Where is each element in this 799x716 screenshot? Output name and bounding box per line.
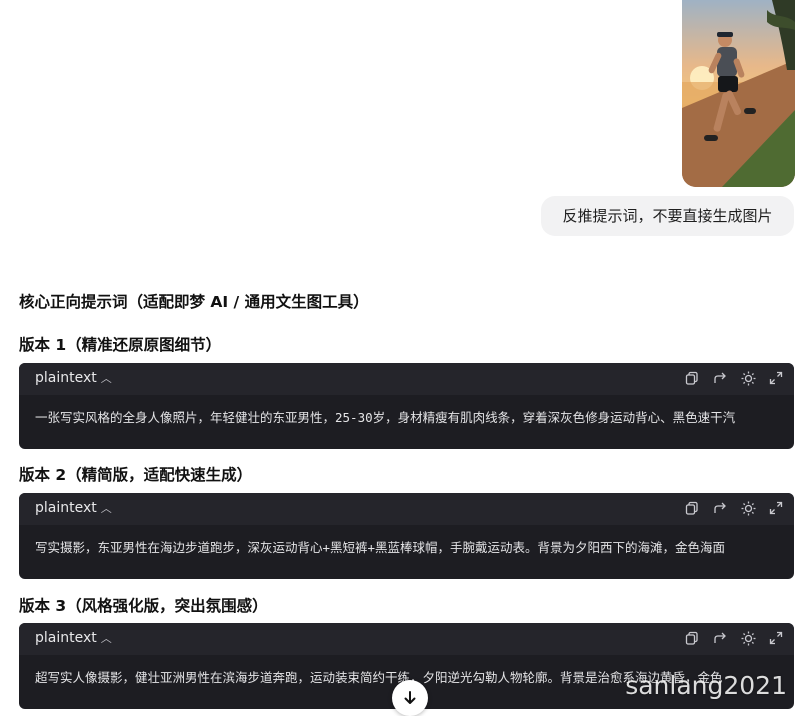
chevron-up-icon: ︿ xyxy=(100,502,112,515)
scroll-to-bottom-button[interactable] xyxy=(392,680,428,716)
code-actions xyxy=(684,500,784,518)
code-block-version-1: plaintext ︿ 一张写实风格的全身人像照片，年轻健壮的东亚男性，25-30… xyxy=(19,363,794,449)
code-language-label: plaintext xyxy=(35,370,97,386)
version-3-heading: 版本 3（风格强化版，突出氛围感） xyxy=(19,597,268,615)
sun-icon[interactable] xyxy=(740,370,756,386)
sun-icon[interactable] xyxy=(740,500,756,516)
user-message-bubble: 反推提示词，不要直接生成图片 xyxy=(541,196,794,236)
code-block-header: plaintext ︿ xyxy=(19,363,794,395)
code-language-toggle[interactable]: plaintext ︿ xyxy=(35,370,112,386)
chevron-up-icon: ︿ xyxy=(100,632,112,645)
arrow-down-icon xyxy=(404,691,416,704)
code-actions xyxy=(684,630,784,648)
copy-icon[interactable] xyxy=(684,370,700,386)
code-text: 超写实人像摄影，健壮亚洲男性在滨海步道奔跑，运动装束简约干练，夕阳逆光勾勒人物轮… xyxy=(35,670,723,685)
expand-icon[interactable] xyxy=(768,500,784,516)
share-icon[interactable] xyxy=(712,500,728,516)
code-actions xyxy=(684,370,784,388)
code-language-toggle[interactable]: plaintext ︿ xyxy=(35,500,112,516)
code-text: 一张写实风格的全身人像照片，年轻健壮的东亚男性，25-30岁，身材精瘦有肌肉线条… xyxy=(35,410,736,425)
chevron-up-icon: ︿ xyxy=(100,372,112,385)
watermark: sanlang2021 xyxy=(625,671,787,700)
section-title: 核心正向提示词（适配即梦 AI / 通用文生图工具） xyxy=(19,293,369,311)
copy-icon[interactable] xyxy=(684,630,700,646)
copy-icon[interactable] xyxy=(684,500,700,516)
code-block-header: plaintext ︿ xyxy=(19,493,794,525)
expand-icon[interactable] xyxy=(768,370,784,386)
uploaded-photo[interactable] xyxy=(682,0,795,187)
version-2-heading: 版本 2（精简版，适配快速生成） xyxy=(19,466,253,484)
sun-icon[interactable] xyxy=(740,630,756,646)
code-language-toggle[interactable]: plaintext ︿ xyxy=(35,630,112,646)
code-language-label: plaintext xyxy=(35,500,97,516)
code-block-header: plaintext ︿ xyxy=(19,623,794,655)
code-block-version-2: plaintext ︿ 写实摄影，东亚男性在海边步道跑步，深灰运动背心+黑短裤+黑… xyxy=(19,493,794,579)
version-1-heading: 版本 1（精准还原原图细节） xyxy=(19,336,222,354)
share-icon[interactable] xyxy=(712,370,728,386)
expand-icon[interactable] xyxy=(768,630,784,646)
share-icon[interactable] xyxy=(712,630,728,646)
code-language-label: plaintext xyxy=(35,630,97,646)
runner-image xyxy=(682,0,795,187)
code-text: 写实摄影，东亚男性在海边步道跑步，深灰运动背心+黑短裤+黑蓝棒球帽，手腕戴运动表… xyxy=(35,540,726,555)
